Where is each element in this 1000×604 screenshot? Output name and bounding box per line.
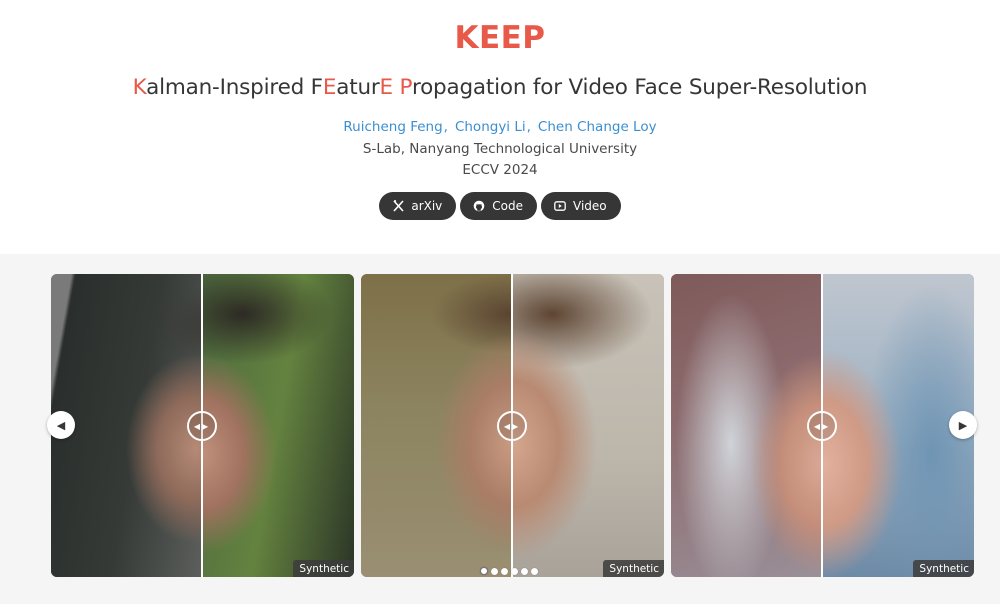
- video-button[interactable]: Video: [541, 192, 621, 220]
- output-frame: [512, 274, 664, 577]
- pagination-dot[interactable]: [491, 568, 498, 575]
- title-part: atur: [336, 75, 380, 100]
- output-frame: [202, 274, 354, 577]
- project-acronym: KEEP: [454, 20, 546, 56]
- title-part: K: [132, 75, 147, 100]
- venue: ECCV 2024: [462, 162, 538, 178]
- comparison-slide[interactable]: ◀▶ Synthetic: [361, 274, 664, 577]
- affiliation: S-Lab, Nanyang Technological University: [362, 141, 638, 157]
- arxiv-button-label: arXiv: [411, 199, 443, 213]
- chevron-left-icon: ◀: [56, 418, 66, 432]
- title-part: E: [379, 75, 394, 100]
- author-separator: ,: [443, 119, 448, 135]
- chevron-right-icon: ▶: [958, 418, 968, 432]
- slide-tag: Synthetic: [603, 560, 664, 577]
- paper-title: Kalman-Inspired FEaturE Propagation for …: [0, 75, 1000, 100]
- project-header: KEEP Kalman-Inspired FEaturE Propagation…: [0, 0, 1000, 254]
- slider-handle-icon[interactable]: ◀▶: [187, 411, 217, 441]
- author-link[interactable]: Chen Change Loy: [538, 119, 657, 135]
- author-list: Ruicheng Feng, Chongyi Li, Chen Change Loy: [0, 119, 1000, 135]
- title-part: E: [322, 75, 337, 100]
- pagination-dot[interactable]: [531, 568, 538, 575]
- title-part: alman-Inspired F: [146, 75, 323, 100]
- slider-handle-icon[interactable]: ◀▶: [497, 411, 527, 441]
- arxiv-button[interactable]: arXiv: [379, 192, 457, 220]
- slide-tag: Synthetic: [293, 560, 354, 577]
- comparison-slide[interactable]: ◀▶ Synthetic: [671, 274, 974, 577]
- title-part: ropagation for Video Face Super-Resoluti…: [411, 75, 868, 100]
- title-part: P: [399, 75, 413, 100]
- link-buttons: arXiv Code Video: [0, 192, 1000, 220]
- pagination-dot[interactable]: [511, 568, 518, 575]
- author-separator: ,: [526, 119, 531, 135]
- github-icon: [472, 199, 486, 213]
- input-frame: [671, 274, 822, 577]
- author-link[interactable]: Chongyi Li: [455, 119, 526, 135]
- code-button-label: Code: [492, 199, 524, 213]
- slide-tag: Synthetic: [913, 560, 974, 577]
- input-frame: [361, 274, 512, 577]
- comparison-carousel: ◀▶ Synthetic ◀▶ Synthetic ◀▶ Synthetic ◀…: [0, 254, 1000, 604]
- carousel-next-button[interactable]: ▶: [949, 411, 977, 439]
- pagination-dot[interactable]: [521, 568, 528, 575]
- slider-handle-icon[interactable]: ◀▶: [807, 411, 837, 441]
- title-part: [393, 75, 400, 100]
- comparison-slide[interactable]: ◀▶ Synthetic: [51, 274, 354, 577]
- carousel-pagination: [480, 567, 538, 575]
- video-button-label: Video: [573, 199, 607, 213]
- arxiv-icon: [391, 199, 405, 213]
- pagination-dot[interactable]: [480, 567, 488, 575]
- carousel-prev-button[interactable]: ◀: [47, 411, 75, 439]
- pagination-dot[interactable]: [501, 568, 508, 575]
- youtube-icon: [553, 199, 567, 213]
- code-button[interactable]: Code: [460, 192, 538, 220]
- author-link[interactable]: Ruicheng Feng: [343, 119, 442, 135]
